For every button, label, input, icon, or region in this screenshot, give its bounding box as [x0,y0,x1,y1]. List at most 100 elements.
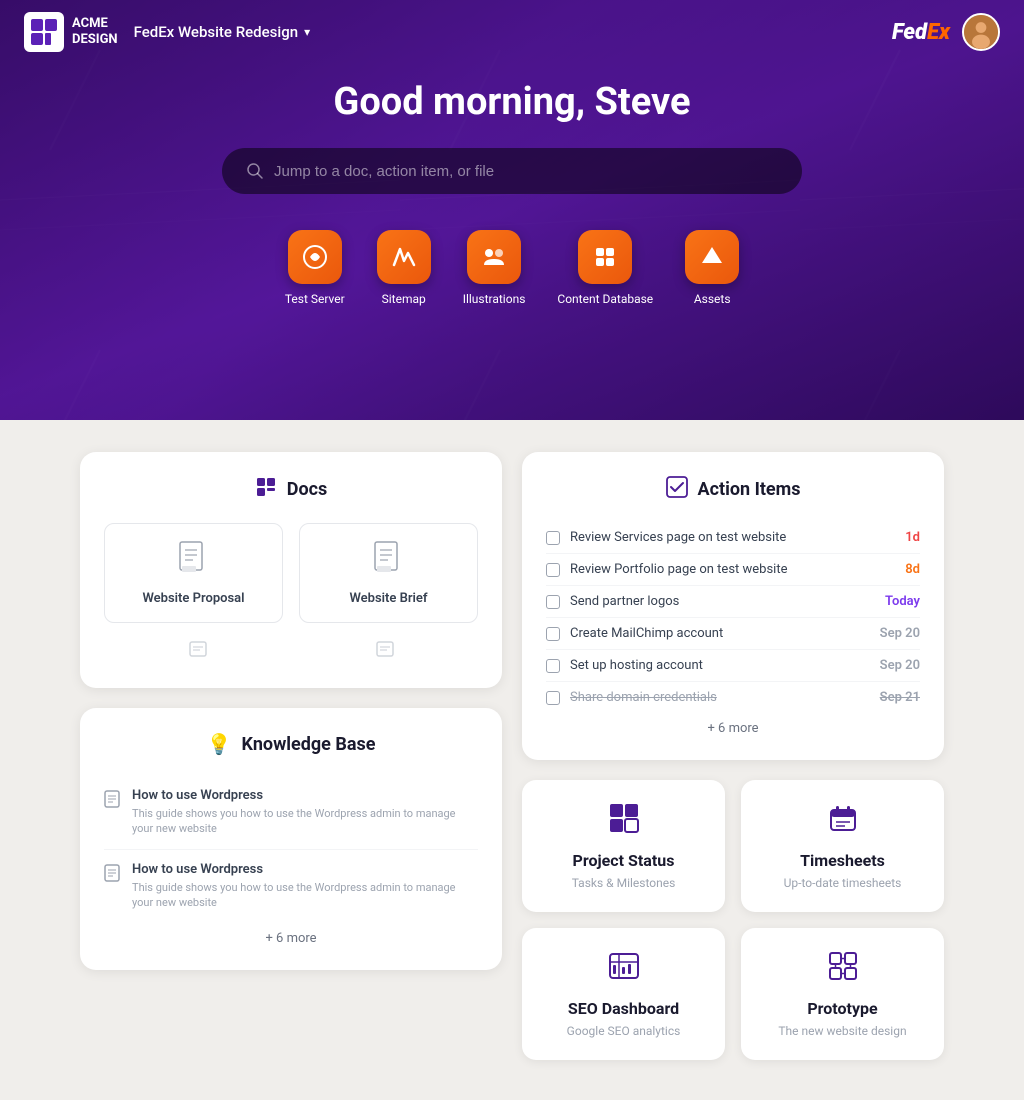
seo-dashboard-desc: Google SEO analytics [567,1024,681,1038]
action-items-more[interactable]: + 6 more [546,721,920,736]
action-item-2[interactable]: Send partner logos Today [546,586,920,618]
kb-item-0-title: How to use Wordpress [132,788,478,803]
doc-proposal-name: Website Proposal [142,591,244,606]
prototype-desc: The new website design [778,1024,906,1038]
mini-card-prototype[interactable]: Prototype The new website design [741,928,944,1060]
kb-item-1[interactable]: How to use Wordpress This guide shows yo… [104,850,478,923]
docs-icon [255,476,277,503]
action-text-5: Share domain credentials [570,690,717,705]
kb-more-link[interactable]: + 6 more [104,931,478,946]
logo[interactable]: ACMEDESIGN [24,12,118,52]
mini-card-timesheets[interactable]: Timesheets Up-to-date timesheets [741,780,944,912]
timesheets-desc: Up-to-date timesheets [784,876,902,890]
action-items-list: Review Services page on test website 1d … [546,522,920,713]
greeting: Good morning, Steve [333,80,690,124]
mini-card-seo-dashboard[interactable]: SEO Dashboard Google SEO analytics [522,928,725,1060]
project-status-title: Project Status [573,851,675,870]
doc-footer [104,639,478,664]
action-checkbox-1[interactable] [546,563,560,577]
timesheets-title: Timesheets [800,851,885,870]
test-server-icon [288,230,342,284]
quick-link-assets[interactable]: Assets [685,230,739,306]
kb-item-0-icon [104,790,120,812]
doc-item-brief[interactable]: Website Brief [299,523,478,623]
avatar[interactable] [962,13,1000,51]
action-item-3[interactable]: Create MailChimp account Sep 20 [546,618,920,650]
logo-label: ACMEDESIGN [72,16,118,47]
action-item-0[interactable]: Review Services page on test website 1d [546,522,920,554]
quick-link-test-server[interactable]: Test Server [285,230,345,306]
assets-icon [685,230,739,284]
kb-item-0-desc: This guide shows you how to use the Word… [132,806,478,837]
right-section: Action Items Review Services page on tes… [522,452,944,1060]
search-icon [246,162,264,180]
search-input[interactable] [274,163,778,180]
action-checkbox-3[interactable] [546,627,560,641]
kb-item-0[interactable]: How to use Wordpress This guide shows yo… [104,776,478,850]
kb-items: How to use Wordpress This guide shows yo… [104,776,478,923]
docs-card-header: Docs [104,476,478,503]
project-status-desc: Tasks & Milestones [572,876,676,890]
doc-brief-name: Website Brief [349,591,427,606]
seo-dashboard-title: SEO Dashboard [568,999,679,1018]
action-due-4: Sep 20 [880,658,920,673]
project-selector[interactable]: FedEx Website Redesign ▾ [134,23,310,41]
docs-card: Docs Website Propo [80,452,502,688]
doc-footer-icon-1[interactable] [188,639,208,664]
mini-cards-grid: Project Status Tasks & Milestones [522,780,944,1060]
quick-link-illustrations[interactable]: Illustrations [463,230,526,306]
logo-icon [24,12,64,52]
search-bar[interactable] [222,148,802,194]
timesheets-icon [827,802,859,841]
action-checkbox-0[interactable] [546,531,560,545]
mini-card-project-status[interactable]: Project Status Tasks & Milestones [522,780,725,912]
doc-brief-icon [373,540,405,583]
sitemap-icon [377,230,431,284]
action-text-4: Set up hosting account [570,658,703,673]
chevron-down-icon: ▾ [304,25,310,39]
action-due-5: Sep 21 [880,690,920,705]
doc-footer-icon-2[interactable] [375,639,395,664]
quick-link-sitemap[interactable]: Sitemap [377,230,431,306]
kb-item-1-icon [104,864,120,886]
seo-dashboard-icon [608,950,640,989]
prototype-icon [827,950,859,989]
action-text-2: Send partner logos [570,594,679,609]
knowledge-base-card: 💡 Knowledge Base [80,708,502,970]
action-text-0: Review Services page on test website [570,530,786,545]
action-items-header: Action Items [546,476,920,502]
assets-label: Assets [694,292,731,306]
quick-links: Test Server Sitemap [285,230,739,306]
content-database-icon [578,230,632,284]
action-items-icon [666,476,688,502]
kb-item-1-title: How to use Wordpress [132,862,478,877]
header: ACMEDESIGN FedEx Website Redesign ▾ FedE… [0,0,1024,64]
kb-title: Knowledge Base [241,734,375,755]
action-checkbox-2[interactable] [546,595,560,609]
doc-proposal-icon [178,540,210,583]
action-item-4[interactable]: Set up hosting account Sep 20 [546,650,920,682]
illustrations-label: Illustrations [463,292,526,306]
kb-item-1-desc: This guide shows you how to use the Word… [132,880,478,911]
action-checkbox-5[interactable] [546,691,560,705]
test-server-label: Test Server [285,292,345,306]
header-left: ACMEDESIGN FedEx Website Redesign ▾ [24,12,310,52]
action-checkbox-4[interactable] [546,659,560,673]
quick-link-content-database[interactable]: Content Database [557,230,653,306]
action-text-1: Review Portfolio page on test website [570,562,788,577]
main-content: Docs Website Propo [0,420,1024,1100]
content-database-label: Content Database [557,292,653,306]
action-items-title: Action Items [698,479,801,500]
header-right: FedEx [892,13,1000,51]
fedex-logo: FedEx [892,20,950,45]
action-item-1[interactable]: Review Portfolio page on test website 8d [546,554,920,586]
kb-icon: 💡 [207,732,232,756]
project-status-icon [608,802,640,841]
action-due-0: 1d [905,530,920,545]
kb-card-header: 💡 Knowledge Base [104,732,478,756]
left-section: Docs Website Propo [80,452,502,1060]
doc-item-proposal[interactable]: Website Proposal [104,523,283,623]
action-item-5[interactable]: Share domain credentials Sep 21 [546,682,920,713]
action-text-3: Create MailChimp account [570,626,723,641]
illustrations-icon [467,230,521,284]
